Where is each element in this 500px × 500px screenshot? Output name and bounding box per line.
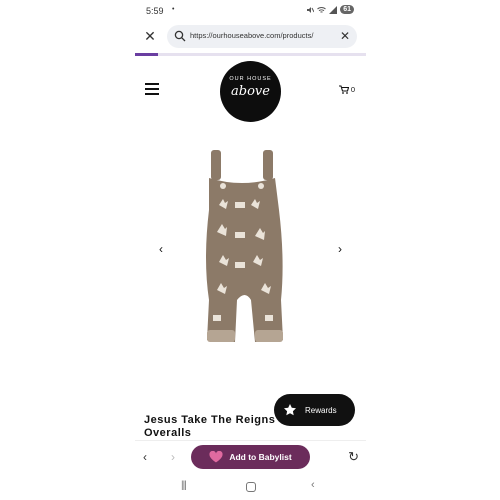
browser-url-row: ✕ https://ourhouseabove.com/products/ ✕ — [135, 22, 366, 52]
notification-dot: • — [172, 6, 175, 13]
signal-icon — [329, 5, 338, 14]
url-text[interactable]: https://ourhouseabove.com/products/ — [190, 31, 330, 40]
search-icon — [174, 30, 186, 42]
wifi-icon — [317, 6, 327, 13]
site-logo[interactable]: OUR HOUSE above — [220, 61, 281, 122]
close-icon[interactable]: ✕ — [142, 28, 158, 44]
reload-icon[interactable]: ↻ — [348, 449, 359, 465]
clear-icon[interactable]: ✕ — [340, 29, 350, 43]
browser-bottom-toolbar: ‹ › Add to Babylist ↻ — [135, 440, 366, 474]
logo-top-text: OUR HOUSE — [229, 76, 272, 82]
logo-script-text: above — [231, 84, 270, 99]
chevron-left-icon[interactable]: ‹ — [154, 242, 168, 256]
status-time: 5:59 — [146, 6, 164, 16]
star-icon — [284, 404, 296, 416]
status-icons: 61 — [306, 5, 354, 14]
menu-icon[interactable] — [145, 83, 159, 95]
cart-icon — [338, 85, 349, 94]
cart-count: 0 — [350, 85, 355, 94]
browser-back-icon[interactable]: ‹ — [143, 450, 147, 464]
rewards-button[interactable]: Rewards — [274, 394, 355, 426]
status-bar: 5:59 • 61 — [135, 0, 366, 22]
phone-screen: 5:59 • 61 ✕ https://ourhouseabove.com/pr… — [135, 0, 366, 500]
babylist-label: Add to Babylist — [229, 452, 292, 462]
system-back-icon[interactable]: ‹ — [311, 479, 315, 491]
url-bar[interactable]: https://ourhouseabove.com/products/ ✕ — [167, 25, 357, 48]
product-image[interactable] — [205, 150, 297, 350]
browser-forward-icon[interactable]: › — [171, 450, 175, 464]
system-navigation-bar: ||| ‹ — [135, 476, 366, 500]
add-to-babylist-button[interactable]: Add to Babylist — [191, 445, 310, 469]
product-gallery: ‹ › — [135, 130, 366, 390]
site-header: OUR HOUSE above 0 — [135, 56, 366, 128]
rewards-label: Rewards — [305, 405, 337, 415]
heart-icon — [209, 451, 223, 463]
mute-icon — [307, 6, 315, 13]
home-icon[interactable] — [246, 482, 256, 492]
cart-button[interactable]: 0 — [338, 85, 355, 94]
recent-apps-icon[interactable]: ||| — [181, 480, 187, 491]
chevron-right-icon[interactable]: › — [333, 242, 347, 256]
battery-indicator: 61 — [340, 5, 354, 14]
